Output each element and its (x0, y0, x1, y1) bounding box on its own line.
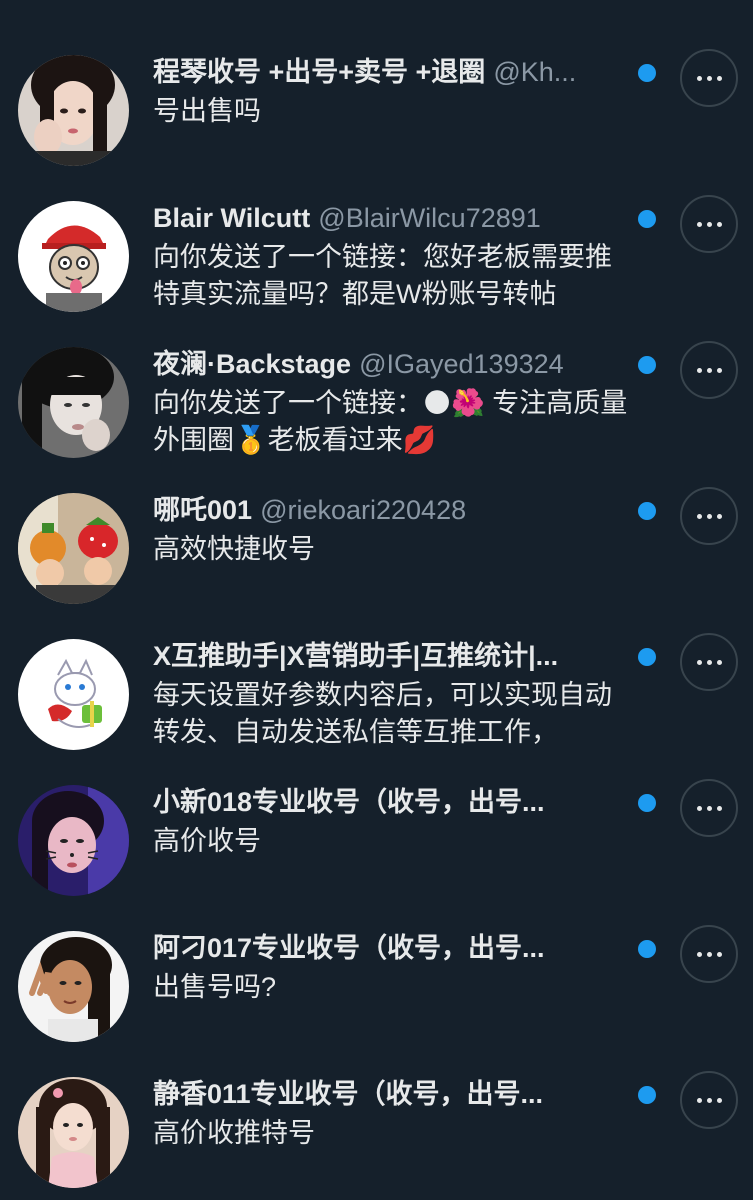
avatar[interactable] (18, 55, 129, 166)
more-options-button[interactable] (680, 1071, 738, 1129)
display-name: 小新018专业收号（收号，出号... (153, 787, 545, 817)
avatar[interactable] (18, 201, 129, 312)
dm-list: 程琴收号 +出号+卖号 +退圈 @Kh... 号出售吗 Blair Wilcut… (0, 0, 753, 1200)
message-preview: 出售号吗? (153, 972, 277, 1002)
avatar[interactable] (18, 931, 129, 1042)
unread-dot-icon (638, 64, 656, 82)
conversation-row[interactable]: 静香011专业收号（收号，出号... 高价收推特号 (0, 1071, 753, 1200)
more-options-button[interactable] (680, 487, 738, 545)
display-name: X互推助手|X营销助手|互推统计|... (153, 641, 559, 671)
conversation-header: 静香011专业收号（收号，出号... (153, 1077, 623, 1111)
unread-dot-icon (638, 210, 656, 228)
message-preview: 高价收推特号 (153, 1118, 315, 1148)
message-preview: 高价收号 (153, 826, 261, 856)
avatar[interactable] (18, 1077, 129, 1188)
conversation-row[interactable]: 夜澜·Backstage @IGayed139324 向你发送了一个链接：🌑🌺 专… (0, 341, 753, 493)
user-handle: @riekoari220428 (260, 495, 467, 525)
display-name: Blair Wilcutt (153, 203, 311, 233)
conversation-header: 程琴收号 +出号+卖号 +退圈 @Kh... (153, 55, 623, 89)
user-handle: @BlairWilcu72891 (318, 203, 541, 233)
conversation-header: Blair Wilcutt @BlairWilcu72891 (153, 201, 623, 235)
more-options-button[interactable] (680, 633, 738, 691)
display-name: 程琴收号 +出号+卖号 +退圈 (153, 57, 486, 87)
user-handle: @Kh... (493, 57, 577, 87)
unread-dot-icon (638, 356, 656, 374)
conversation-header: X互推助手|X营销助手|互推统计|... (153, 639, 623, 673)
more-options-button[interactable] (680, 779, 738, 837)
conversation-header: 小新018专业收号（收号，出号... (153, 785, 623, 819)
conversation-row[interactable]: 哪吒001 @riekoari220428 高效快捷收号 (0, 487, 753, 639)
message-preview: 向你发送了一个链接：🌑🌺 专注高质量外围圈🥇老板看过来💋 (153, 388, 628, 455)
unread-dot-icon (638, 1086, 656, 1104)
conversation-row[interactable]: Blair Wilcutt @BlairWilcu72891 向你发送了一个链接：… (0, 195, 753, 347)
conversation-header: 夜澜·Backstage @IGayed139324 (153, 347, 623, 381)
avatar[interactable] (18, 347, 129, 458)
more-options-button[interactable] (680, 341, 738, 399)
message-preview: 向你发送了一个链接：您好老板需要推特真实流量吗？都是W粉账号转帖 (153, 242, 612, 309)
display-name: 阿刁017专业收号（收号，出号... (153, 933, 545, 963)
more-options-button[interactable] (680, 49, 738, 107)
display-name: 哪吒001 (153, 495, 253, 525)
conversation-row[interactable]: 程琴收号 +出号+卖号 +退圈 @Kh... 号出售吗 (0, 49, 753, 201)
conversation-row[interactable]: 小新018专业收号（收号，出号... 高价收号 (0, 779, 753, 931)
unread-dot-icon (638, 648, 656, 666)
message-preview: 高效快捷收号 (153, 534, 315, 564)
conversation-row[interactable]: X互推助手|X营销助手|互推统计|... 每天设置好参数内容后，可以实现自动转发… (0, 633, 753, 785)
message-preview: 号出售吗 (153, 96, 261, 126)
user-handle: @IGayed139324 (359, 349, 564, 379)
more-options-button[interactable] (680, 925, 738, 983)
conversation-header: 哪吒001 @riekoari220428 (153, 493, 623, 527)
conversation-header: 阿刁017专业收号（收号，出号... (153, 931, 623, 965)
unread-dot-icon (638, 502, 656, 520)
conversation-row[interactable]: 阿刁017专业收号（收号，出号... 出售号吗? (0, 925, 753, 1077)
avatar[interactable] (18, 785, 129, 896)
more-options-button[interactable] (680, 195, 738, 253)
avatar[interactable] (18, 493, 129, 604)
display-name: 静香011专业收号（收号，出号... (153, 1079, 544, 1109)
unread-dot-icon (638, 940, 656, 958)
unread-dot-icon (638, 794, 656, 812)
avatar[interactable] (18, 639, 129, 750)
display-name: 夜澜·Backstage (153, 349, 352, 379)
message-preview: 每天设置好参数内容后，可以实现自动转发、自动发送私信等互推工作， (153, 680, 612, 747)
